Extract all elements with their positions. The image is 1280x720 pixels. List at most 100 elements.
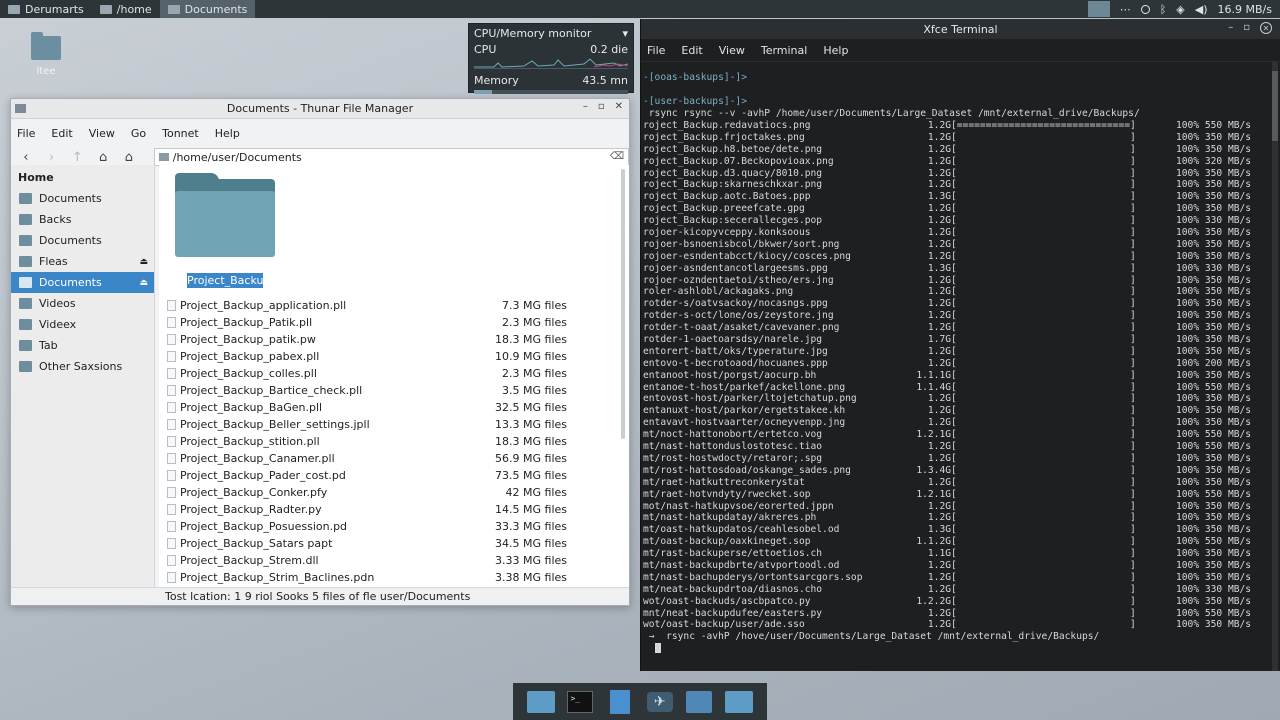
scrollbar-thumb[interactable] (1272, 71, 1278, 141)
sidebar-item[interactable]: Backs (11, 209, 154, 230)
clear-icon[interactable]: ⌫ (610, 151, 624, 162)
workspace-switcher-icon[interactable] (1087, 1, 1110, 17)
dropdown-arrow-icon[interactable]: ▾ (622, 27, 628, 40)
location-bar[interactable]: /home/user/Documents ⌫ (153, 148, 630, 166)
transfer-progress-bar: [ ] (951, 488, 1136, 500)
file-row[interactable]: Project_Backup_colles.pll 2.3 MG files (167, 365, 567, 382)
file-row[interactable]: Project_Backup_Radter.py 14.5 MG files (167, 501, 567, 518)
sidebar-item[interactable]: Fleas ⏏ (11, 251, 154, 272)
sidebar-item[interactable]: Other Saxsions (11, 356, 154, 377)
file-row[interactable]: Project_Backup_Beller_settings.jpll 13.3 … (167, 416, 567, 433)
transfer-line: mt/rost-hostwdocty/retaror;.spg 1.2G[ ] 10… (643, 453, 1280, 465)
file-row[interactable]: Project_Backup_application.pll 7.3 MG fil… (167, 297, 567, 314)
sidebar-item[interactable]: Videos (11, 293, 154, 314)
minimize-icon[interactable]: – (1228, 22, 1233, 34)
file-row[interactable]: Project_Backup_Pader_cost.pd 73.5 MG file… (167, 467, 567, 484)
menu-help[interactable]: Help (215, 127, 240, 140)
transfer-size: 1.2G (927, 155, 951, 167)
sidebar-item[interactable]: Videex (11, 314, 154, 335)
transfer-file-name: rojoer-kicopyvceppy.konksoous (643, 227, 811, 239)
menu-tonnet[interactable]: Tonnet (162, 127, 199, 140)
desktop-folder[interactable]: ltee (28, 32, 64, 77)
bluetooth-icon[interactable]: ᛒ (1160, 3, 1167, 16)
maximize-icon[interactable]: ▫ (1243, 22, 1250, 34)
maximize-icon[interactable]: ▫ (598, 101, 605, 112)
file-row[interactable]: Project_Backup_pabex.pll 10.9 MG files (167, 348, 567, 365)
thunar-titlebar[interactable]: Documents - Thunar File Manager – ▫ ✕ (11, 99, 629, 119)
folder-project-backup[interactable]: Project_Backup (175, 173, 275, 288)
menu-edit[interactable]: Edit (51, 127, 72, 140)
panel-item-documents[interactable]: Documents (159, 0, 256, 18)
file-row[interactable]: Project_Backup_Patik.pll 2.3 MG files (167, 314, 567, 331)
term-menu-view[interactable]: View (719, 44, 745, 57)
transfer-file-name: roject_Backup.d3.quacy/8010.png (643, 167, 823, 179)
term-menu-terminal[interactable]: Terminal (761, 44, 808, 57)
file-row[interactable]: Project_Backup_Bartice_check.pll 3.5 MG f… (167, 382, 567, 399)
transfer-size: 1.2G (927, 559, 951, 571)
more-icon[interactable]: ⋯ (1120, 3, 1131, 16)
file-size: 13.3 MG files (495, 418, 567, 431)
term-menu-edit[interactable]: Edit (681, 44, 702, 57)
file-row[interactable]: Project_Backup_BaGen.pll 32.5 MG files (167, 399, 567, 416)
file-row[interactable]: Project_Backup_Posuession.pd 33.3 MG file… (167, 518, 567, 535)
eject-icon[interactable]: ⏏ (139, 278, 148, 288)
terminal-output[interactable]: -[ooas-baskups]-]> -[user-backups]-]> rs… (641, 62, 1280, 655)
file-name: Project_Backup_BaGen.pll (179, 401, 323, 414)
transfer-rate: 100% 350 MB/s (1176, 286, 1252, 298)
close-icon[interactable]: ✕ (1260, 22, 1272, 34)
terminal-titlebar[interactable]: Xfce Terminal – ▫ ✕ (641, 19, 1280, 39)
sidebar-item[interactable]: Documents (11, 230, 154, 251)
dock-app[interactable]: ✈ (645, 690, 675, 714)
dock-folder[interactable] (724, 690, 754, 714)
memory-label: Memory (474, 73, 519, 87)
transfer-size: 1.2G (927, 393, 951, 405)
thunar-menubar: File Edit View Go Tonnet Help (11, 124, 629, 142)
close-icon[interactable]: ✕ (615, 101, 623, 112)
menu-go[interactable]: Go (131, 127, 146, 140)
transfer-file-name: mt/rost-hostwdocty/retaror;.spg (643, 452, 823, 464)
dock-document[interactable] (605, 689, 635, 714)
transfer-progress-bar: [ ] (951, 464, 1136, 476)
folder-icon (19, 214, 32, 225)
minimize-icon[interactable]: – (583, 101, 588, 112)
power-icon[interactable] (1140, 4, 1150, 14)
scrollbar[interactable] (621, 169, 625, 439)
network-icon[interactable]: ◈ (1176, 3, 1184, 16)
dock-web[interactable] (684, 690, 714, 714)
sidebar-item[interactable]: Tab (11, 335, 154, 356)
panel-item-derumarts[interactable]: Derumarts (0, 0, 92, 18)
up-arrow-icon[interactable]: ↑ (71, 150, 85, 165)
file-row[interactable]: Project_Backup_Strim_Baclines.pdn 3.38 MG… (167, 569, 567, 586)
sidebar-item[interactable]: Documents (11, 188, 154, 209)
transfer-progress-bar: [ ] (951, 357, 1136, 369)
sidebar-items: Documents Backs Documents Fleas ⏏ Documents ⏏ V… (11, 188, 154, 377)
menu-view[interactable]: View (89, 127, 115, 140)
file-row[interactable]: Project_Backup_Conker.pfy 42 MG files (167, 484, 567, 501)
term-menu-help[interactable]: Help (823, 44, 848, 57)
eject-icon[interactable]: ⏏ (139, 257, 148, 267)
sidebar-item[interactable]: Documents ⏏ (11, 272, 154, 293)
file-row[interactable]: Project_Backup_patik.pw 18.3 MG files (167, 331, 567, 348)
folder-icon (725, 690, 754, 713)
file-name: Project_Backup_Pader_cost.pd (179, 469, 346, 482)
cpu-monitor-header[interactable]: CPU/Memory monitor ▾ (474, 27, 628, 40)
back-arrow-icon[interactable]: ‹ (19, 150, 33, 165)
volume-icon[interactable]: ◀) (1195, 3, 1208, 16)
terminal-cursor-line (643, 643, 1280, 655)
file-row[interactable]: Project_Backup_Satars papt 34.5 MG files (167, 535, 567, 552)
dock-terminal[interactable]: >_ (565, 690, 595, 714)
menu-file[interactable]: File (17, 127, 35, 140)
home-icon[interactable]: ⌂ (96, 150, 110, 165)
file-row[interactable]: Project_Backup_stition.pll 18.3 MG files (167, 433, 567, 450)
file-row[interactable]: Project_Backup_Canamer.pll 56.9 MG files (167, 450, 567, 467)
home-outline-icon[interactable]: ⌂ (122, 150, 136, 165)
terminal-scrollbar[interactable] (1272, 61, 1278, 671)
panel-item-home[interactable]: /home (92, 0, 160, 18)
term-menu-file[interactable]: File (647, 44, 665, 57)
transfer-size: 1.1.1G (916, 369, 951, 381)
dock: >_ ✈ (513, 683, 767, 720)
forward-arrow-icon[interactable]: › (45, 150, 59, 165)
dock-file-manager[interactable] (526, 690, 556, 714)
transfer-rate: 100% 350 MB/s (1176, 512, 1252, 524)
file-row[interactable]: Project_Backup_Strem.dll 3.33 MG files (167, 552, 567, 569)
